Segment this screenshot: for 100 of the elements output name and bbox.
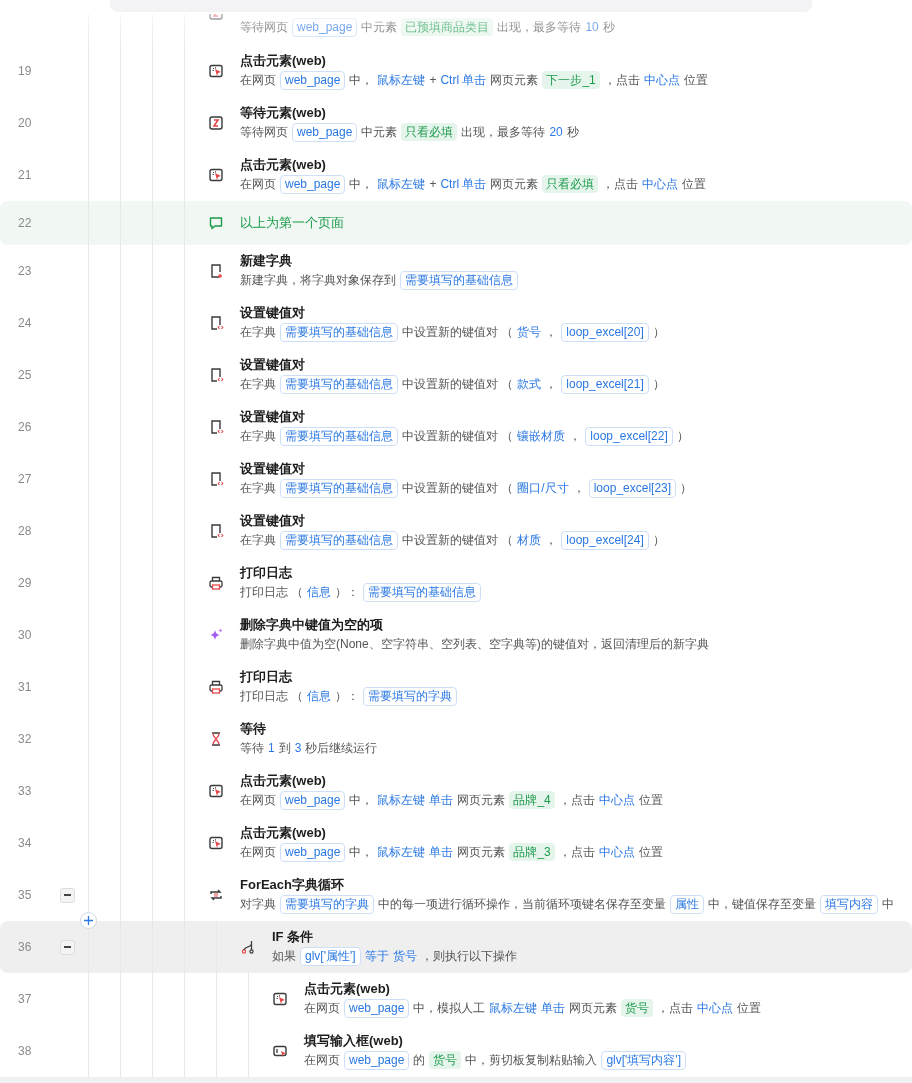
step-text: 中设置新的键值对 （ <box>402 324 514 341</box>
collapse-button[interactable] <box>60 939 75 955</box>
line-number: 35 <box>17 887 33 904</box>
variable-tag: 填写内容 <box>820 894 878 914</box>
keyword-text: 镶嵌材质 <box>517 428 566 445</box>
variable-tag: web_page <box>292 17 358 37</box>
step-title: IF 条件 <box>272 928 315 946</box>
variable-tag: glv['属性'] <box>300 946 361 966</box>
keyword-text: 中心点 <box>697 1000 734 1017</box>
step-text: 网页元素 <box>490 176 539 193</box>
keyword-text: 等于 <box>364 948 389 965</box>
variable-tag: web_page <box>280 70 346 90</box>
step-row[interactable]: 23 新建字典 新建字典，将字典对象保存到 需要填写的基础信息 <box>0 245 912 297</box>
step-text: 中， <box>349 176 374 193</box>
step-text: 位置 <box>638 792 663 809</box>
step-title: 点击元素(web) <box>240 52 327 70</box>
step-title: 新建字典 <box>240 252 293 270</box>
step-row[interactable]: 37 点击元素(web) 在网页 web_page 中，模拟人工 鼠标左键 单击 网页元素 货号 ，点击 中心点 位置 <box>0 973 912 1025</box>
line-number: 32 <box>17 731 33 748</box>
keyword-text: 鼠标左键 <box>377 792 426 809</box>
keyword-text: 中心点 <box>642 176 679 193</box>
step-text: 中， <box>349 792 374 809</box>
step-text: 秒 <box>602 19 615 36</box>
step-row[interactable]: 25 设置键值对 在字典 需要填写的基础信息 中设置新的键值对 （ 款式 ， loop_excel[21] ） <box>0 349 912 401</box>
step-row[interactable]: 31 打印日志 打印日志 （ 信息 ）： 需要填写的字典 <box>0 661 912 713</box>
variable-tag: web_page <box>280 790 346 810</box>
step-title: 打印日志 <box>240 564 293 582</box>
document-code-icon <box>208 315 224 331</box>
step-row[interactable]: 20 等待元素(web) 等待网页 web_page 中元素 只看必填 出现，最多等待 20 秒 <box>0 97 912 149</box>
comment-text: 以上为第一个页面 <box>240 214 344 232</box>
step-title: 等待元素(web) <box>240 104 327 122</box>
step-text: 中元素 <box>361 124 398 141</box>
keyword-text: 鼠标左键 <box>489 1000 538 1017</box>
step-row[interactable]: 28 设置键值对 在字典 需要填写的基础信息 中设置新的键值对 （ 材质 ， loop_excel[24] ） <box>0 505 912 557</box>
line-number: 34 <box>17 835 33 852</box>
printer-icon <box>208 679 224 695</box>
step-text: 如果 <box>272 948 296 965</box>
step-text: 在字典 <box>240 376 276 393</box>
step-text: ） <box>652 376 665 393</box>
step-text: 位置 <box>682 176 707 193</box>
step-text: + <box>429 72 437 89</box>
step-row[interactable]: 24 设置键值对 在字典 需要填写的基础信息 中设置新的键值对 （ 货号 ， loop_excel[20] ） <box>0 297 912 349</box>
step-row[interactable]: 26 设置键值对 在字典 需要填写的基础信息 中设置新的键值对 （ 镶嵌材质 ， loop_excel[22] ） <box>0 401 912 453</box>
keyword-text: 货号 <box>392 948 417 965</box>
line-number: 31 <box>17 679 33 696</box>
step-row[interactable]: 30 删除字典中键值为空的项 删除字典中值为空(None、空字符串、空列表、空字典等)的键值对，返回清理后的新字典 <box>0 609 912 661</box>
keyword-text: 中心点 <box>598 792 635 809</box>
step-text: 在字典 <box>240 532 276 549</box>
step-text: ） <box>676 428 689 445</box>
line-number: 28 <box>17 523 33 540</box>
step-row[interactable]: 32 等待 等待 1 到 3 秒后继续运行 <box>0 713 912 765</box>
line-number: 24 <box>17 315 33 332</box>
step-text: ， <box>569 428 582 445</box>
step-row[interactable]: 34 点击元素(web) 在网页 web_page 中， 鼠标左键 单击 网页元素 品牌_3 ，点击 中心点 位置 <box>0 817 912 869</box>
step-text: 中设置新的键值对 （ <box>402 376 514 393</box>
variable-tag: 需要填写的基础信息 <box>280 322 398 342</box>
step-title: ForEach字典循环 <box>240 876 345 894</box>
variable-tag: glv['填写内容'] <box>601 1050 686 1070</box>
step-row[interactable]: 33 点击元素(web) 在网页 web_page 中， 鼠标左键 单击 网页元素 品牌_4 ，点击 中心点 位置 <box>0 765 912 817</box>
step-text: ） <box>652 532 665 549</box>
variable-tag: web_page <box>292 122 358 142</box>
keyword-text: 信息 <box>307 688 332 705</box>
element-tag: 下一步_1 <box>542 71 600 89</box>
step-text: 中， <box>349 844 374 861</box>
element-tag: 只看必填 <box>542 175 599 193</box>
keyword-text: 鼠标左键 <box>377 72 426 89</box>
step-text: 等待网页 <box>240 19 288 36</box>
step-text: 的 <box>413 1052 426 1069</box>
step-text: 在字典 <box>240 480 276 497</box>
variable-tag: loop_excel[21] <box>561 374 649 394</box>
step-text: 对字典 <box>240 896 276 913</box>
element-tag: 品牌_4 <box>509 791 555 809</box>
step-text: 中设置新的键值对 （ <box>402 480 514 497</box>
document-code-icon <box>208 471 224 487</box>
step-row[interactable]: 27 设置键值对 在字典 需要填写的基础信息 中设置新的键值对 （ 圈口/尺寸 ， loop_excel[23] ） <box>0 453 912 505</box>
step-row[interactable]: 19 点击元素(web) 在网页 web_page 中， 鼠标左键 + Ctrl 单击 网页元素 下一步_1 ，点击 中心点 位置 <box>0 45 912 97</box>
step-text: 在网页 <box>240 844 276 861</box>
keyword-text: 3 <box>294 740 302 757</box>
line-number: 38 <box>17 1043 33 1060</box>
collapse-button[interactable] <box>60 887 75 903</box>
document-plus-icon <box>208 263 224 279</box>
line-number: 37 <box>17 991 33 1008</box>
line-number: 21 <box>17 167 33 184</box>
step-row[interactable]: 36 IF 条件 如果 glv['属性'] 等于 货号 ，则执行以下操作 <box>0 921 912 973</box>
step-text: 位置 <box>737 1000 762 1017</box>
step-title: 设置键值对 <box>240 304 306 322</box>
step-text: 网页元素 <box>569 1000 618 1017</box>
step-text: 打印日志 （ <box>240 584 304 601</box>
keyword-text: 单击 <box>429 844 454 861</box>
comment-row[interactable]: 22 以上为第一个页面 <box>0 201 912 245</box>
step-row[interactable]: 29 打印日志 打印日志 （ 信息 ）： 需要填写的基础信息 <box>0 557 912 609</box>
step-text: ，点击 <box>603 72 640 89</box>
step-text: ， <box>572 480 585 497</box>
step-text: 位置 <box>683 72 708 89</box>
step-title: 设置键值对 <box>240 512 306 530</box>
step-text: ，点击 <box>558 844 595 861</box>
step-text: 秒后继续运行 <box>305 740 378 757</box>
step-text: 等待 <box>240 740 264 757</box>
keyword-text: 中心点 <box>643 72 680 89</box>
step-text: 中，键值保存至变量 <box>708 896 816 913</box>
